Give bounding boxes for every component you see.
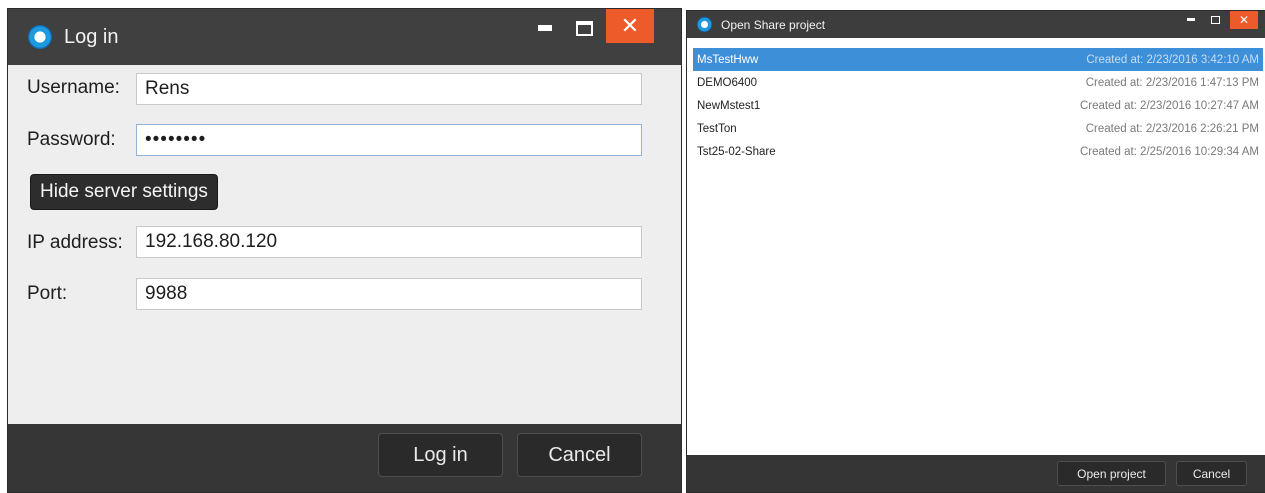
close-button[interactable]: ✕ (606, 9, 654, 43)
project-created-date: Created at: 2/23/2016 10:27:47 AM (1079, 99, 1259, 112)
minimize-button[interactable] (1180, 11, 1202, 28)
open-project-button[interactable]: Open project (1057, 461, 1166, 486)
ip-address-label: IP address: (27, 232, 123, 253)
project-name: TestTon (697, 122, 737, 135)
login-footer: Log in Cancel (8, 424, 681, 492)
project-created-date: Created at: 2/23/2016 1:47:13 PM (1085, 76, 1259, 89)
list-item[interactable]: DEMO6400 Created at: 2/23/2016 1:47:13 P… (693, 71, 1263, 94)
project-name: Tst25-02-Share (697, 145, 776, 158)
minimize-icon (538, 25, 552, 31)
login-titlebar[interactable]: Log in ✕ (8, 9, 681, 65)
maximize-icon (575, 20, 593, 36)
username-input[interactable] (136, 73, 642, 105)
close-icon: ✕ (620, 13, 640, 38)
port-label: Port: (27, 283, 68, 304)
project-name: DEMO6400 (697, 76, 758, 89)
login-window-title: Log in (64, 25, 119, 48)
maximize-button[interactable] (564, 9, 604, 47)
project-created-date: Created at: 2/23/2016 2:26:21 PM (1085, 122, 1259, 135)
list-item[interactable]: Tst25-02-Share Created at: 2/25/2016 10:… (693, 140, 1263, 163)
project-name: MsTestHww (697, 53, 759, 66)
maximize-icon (1210, 15, 1220, 24)
close-icon: ✕ (1238, 13, 1250, 27)
login-button[interactable]: Log in (378, 433, 503, 477)
minimize-icon (1187, 18, 1195, 21)
list-item[interactable]: TestTon Created at: 2/23/2016 2:26:21 PM (693, 117, 1263, 140)
maximize-button[interactable] (1204, 11, 1226, 28)
project-list: MsTestHww Created at: 2/23/2016 3:42:10 … (693, 48, 1263, 163)
open-project-titlebar[interactable]: Open Share project ✕ (687, 11, 1265, 38)
ip-address-input[interactable] (136, 226, 642, 258)
app-logo-icon (28, 25, 52, 49)
login-window: Log in ✕ Username: Password: Hide server… (7, 8, 682, 493)
port-input[interactable] (136, 278, 642, 310)
cancel-button[interactable]: Cancel (1176, 461, 1247, 486)
password-label: Password: (27, 129, 116, 150)
hide-server-settings-button[interactable]: Hide server settings (30, 174, 218, 210)
list-item[interactable]: NewMstest1 Created at: 2/23/2016 10:27:4… (693, 94, 1263, 117)
project-created-date: Created at: 2/23/2016 3:42:10 AM (1086, 53, 1259, 66)
username-label: Username: (27, 77, 120, 98)
open-project-footer: Open project Cancel (687, 455, 1265, 492)
open-project-window: Open Share project ✕ MsTestHww Created a… (686, 10, 1265, 493)
cancel-button[interactable]: Cancel (517, 433, 642, 477)
open-project-window-title: Open Share project (721, 17, 826, 32)
project-name: NewMstest1 (697, 99, 761, 112)
close-button[interactable]: ✕ (1230, 11, 1258, 29)
minimize-button[interactable] (525, 9, 565, 47)
project-created-date: Created at: 2/25/2016 10:29:34 AM (1079, 145, 1259, 158)
password-input[interactable] (136, 124, 642, 156)
app-logo-icon (697, 17, 712, 32)
list-item[interactable]: MsTestHww Created at: 2/23/2016 3:42:10 … (693, 48, 1263, 71)
